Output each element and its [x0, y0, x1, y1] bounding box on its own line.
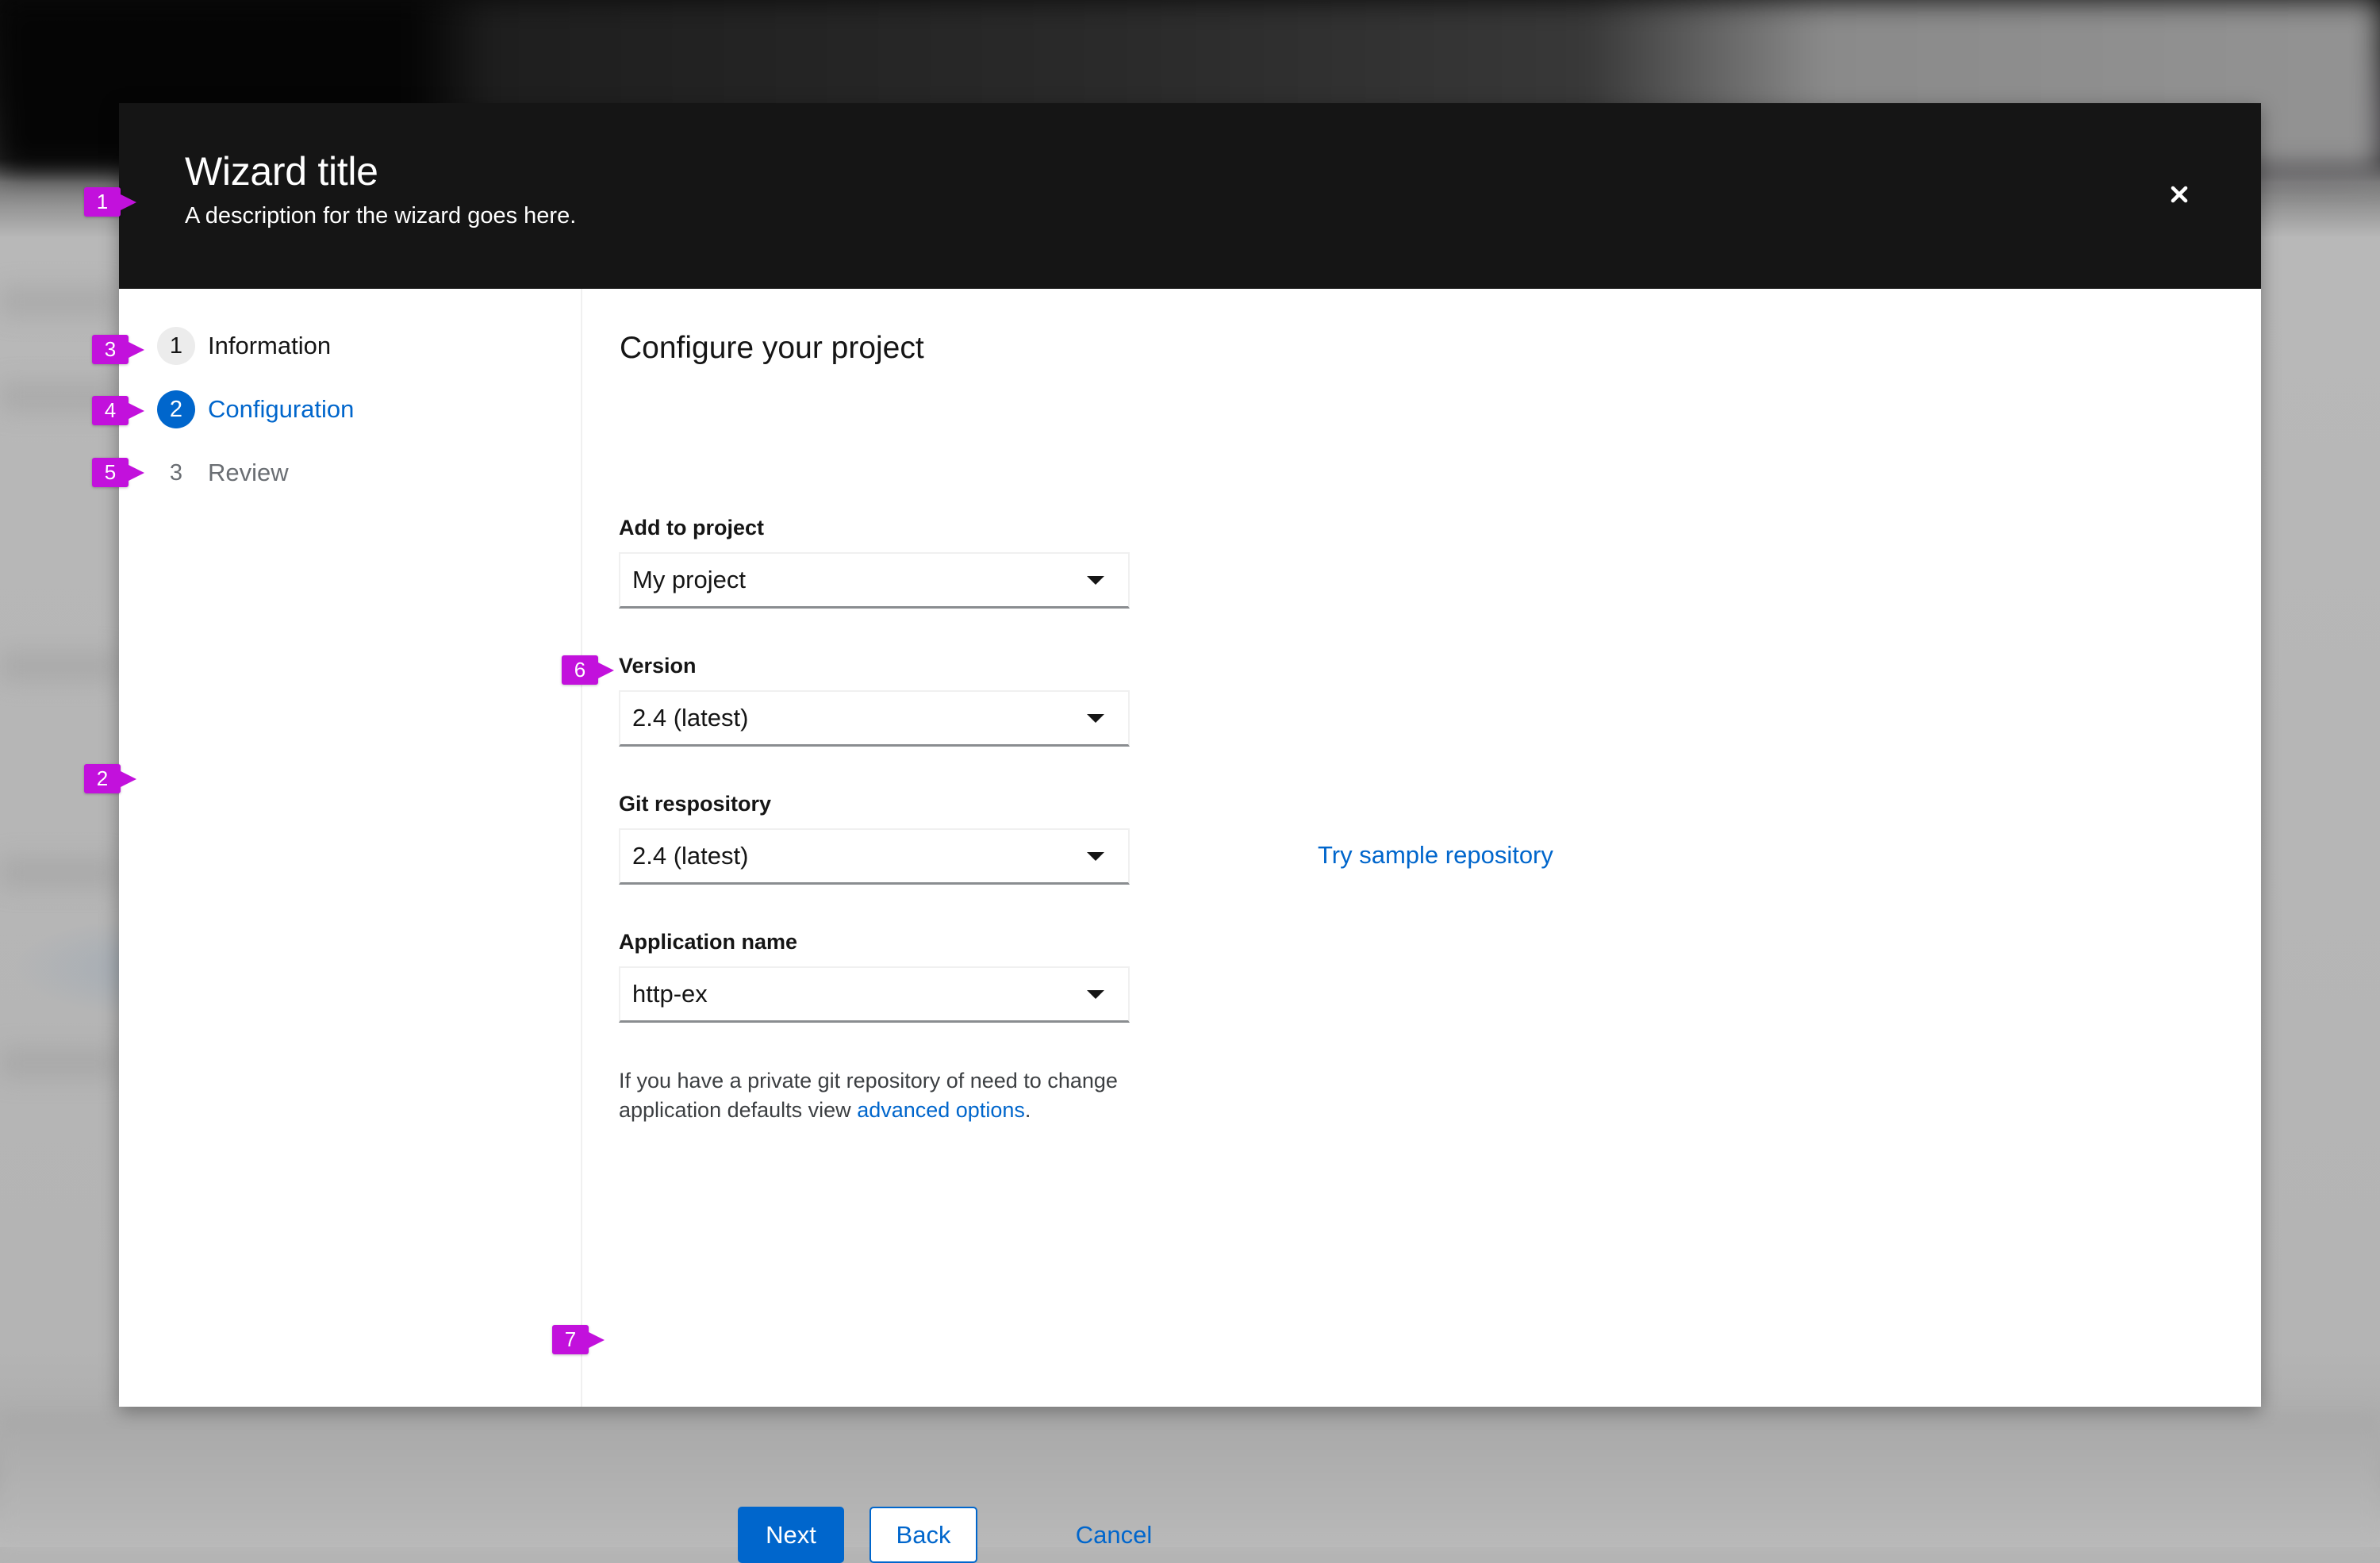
select-value: http-ex	[632, 980, 708, 1008]
caret-down-icon	[1087, 576, 1104, 585]
annotation-marker: 1	[84, 187, 136, 217]
wizard-nav: 1 Information 2 Configuration 3 Review	[119, 289, 582, 1407]
blurred-sidebar-item	[0, 1047, 119, 1079]
wizard-main: Configure your project Add to project My…	[582, 289, 2261, 1563]
wizard-description: A description for the wizard goes here.	[185, 203, 577, 228]
step-number: 3	[169, 459, 183, 486]
try-sample-repository-link[interactable]: Try sample repository	[1318, 839, 1553, 871]
close-button[interactable]	[2158, 173, 2201, 216]
annotation-marker: 2	[84, 764, 136, 793]
step-heading: Configure your project	[620, 331, 924, 365]
nav-step-information[interactable]: 1 Information	[157, 327, 331, 365]
annotation-marker: 3	[92, 335, 144, 364]
nav-step-review[interactable]: 3 Review	[157, 454, 289, 492]
form-group-add-to-project: Add to project My project	[619, 513, 1571, 609]
annotation-marker: 7	[552, 1325, 605, 1354]
helper-text-period: .	[1024, 1098, 1031, 1122]
step-label: Configuration	[208, 395, 355, 423]
git-repository-select[interactable]: 2.4 (latest)	[619, 828, 1130, 885]
nav-step-configuration[interactable]: 2 Configuration	[157, 390, 354, 428]
version-select[interactable]: 2.4 (latest)	[619, 690, 1130, 747]
select-value: 2.4 (latest)	[632, 704, 749, 732]
form-group-version: Version 2.4 (latest)	[619, 651, 1571, 747]
helper-text: If you have a private git repository of …	[619, 1066, 1190, 1125]
back-button[interactable]: Back	[869, 1507, 977, 1563]
add-to-project-select[interactable]: My project	[619, 552, 1130, 609]
field-label: Add to project	[619, 516, 764, 540]
application-name-select[interactable]: http-ex	[619, 966, 1130, 1023]
annotation-marker: 5	[92, 458, 144, 487]
blurred-footer	[0, 1412, 2380, 1547]
next-button[interactable]: Next	[738, 1507, 844, 1563]
step-label: Information	[208, 332, 332, 359]
wizard-title: Wizard title	[185, 149, 378, 194]
field-label: Version	[619, 654, 697, 678]
step-number: 2	[157, 390, 195, 428]
select-value: My project	[632, 566, 746, 593]
select-value: 2.4 (latest)	[632, 842, 749, 870]
cancel-button[interactable]: Cancel	[1058, 1507, 1169, 1563]
step-number: 1	[157, 327, 195, 365]
annotation-marker: 6	[562, 655, 614, 685]
field-label: Application name	[619, 930, 798, 954]
close-icon	[2171, 186, 2188, 203]
wizard-modal: Wizard title A description for the wizar…	[119, 103, 2261, 1563]
blurred-sidebar-item	[0, 286, 119, 317]
step-label: Review	[208, 459, 289, 486]
caret-down-icon	[1087, 990, 1104, 999]
form-group-application-name: Application name http-ex	[619, 927, 1571, 1023]
caret-down-icon	[1087, 852, 1104, 861]
blurred-sidebar-item	[0, 651, 119, 682]
caret-down-icon	[1087, 714, 1104, 723]
field-label: Git respository	[619, 792, 772, 816]
wizard-header: Wizard title A description for the wizar…	[119, 103, 2261, 289]
advanced-options-link[interactable]: advanced options	[857, 1098, 1025, 1122]
annotation-marker: 4	[92, 396, 144, 425]
blurred-sidebar-item	[0, 857, 119, 889]
